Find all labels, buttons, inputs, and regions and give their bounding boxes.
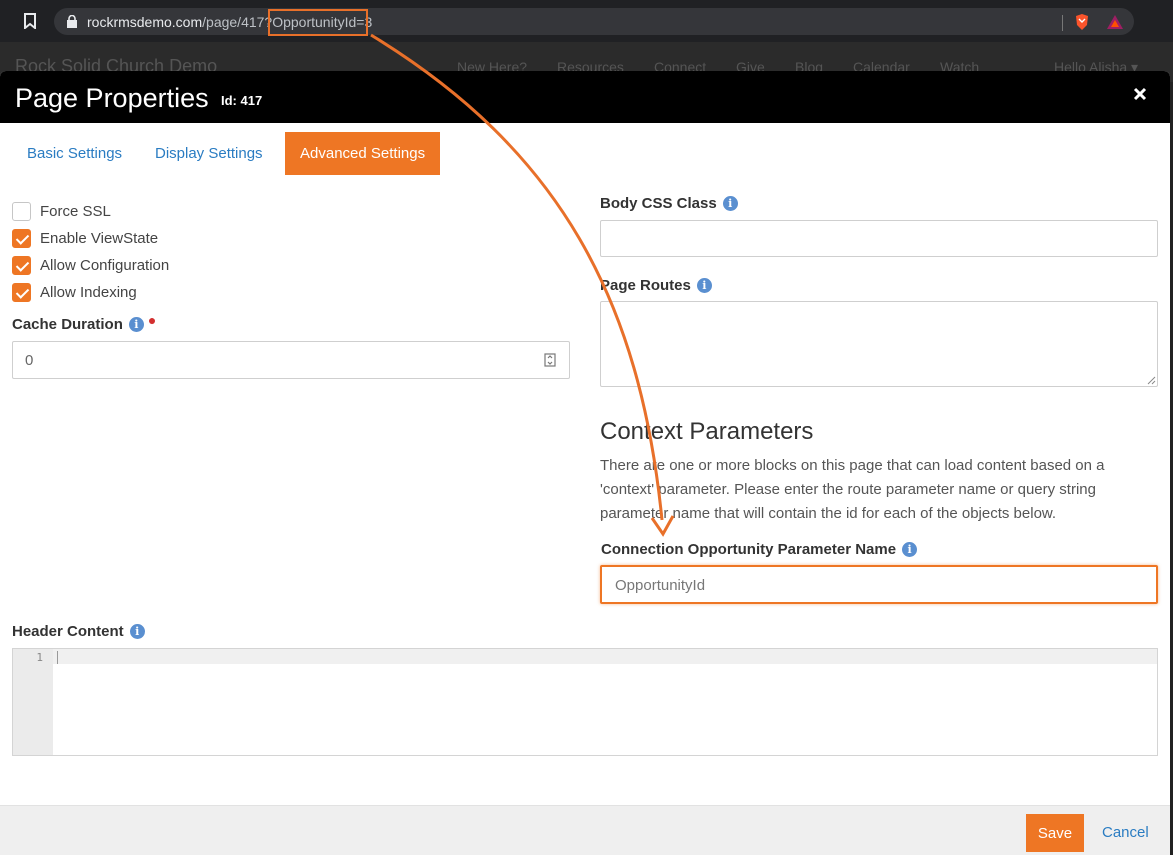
lock-icon	[67, 15, 77, 28]
cancel-button[interactable]: Cancel	[1102, 824, 1149, 841]
connection-opportunity-param-label: Connection Opportunity Parameter Name i	[601, 541, 918, 558]
active-line-highlight	[53, 649, 1157, 664]
required-indicator: ●	[147, 311, 157, 328]
allow-indexing-label: Allow Indexing	[40, 283, 137, 301]
body-css-class-label-text: Body CSS Class	[600, 195, 717, 212]
brave-shield-icon[interactable]	[1074, 13, 1090, 31]
enable-viewstate-checkbox-row[interactable]: Enable ViewState	[12, 228, 158, 248]
url-highlight-annotation	[268, 9, 368, 36]
allow-indexing-checkbox[interactable]	[12, 282, 31, 302]
address-bar[interactable]: rockrmsdemo.com/page/417?OpportunityId=3	[54, 8, 1134, 35]
bat-rewards-icon[interactable]	[1106, 14, 1124, 30]
page-routes-textarea[interactable]	[600, 301, 1158, 387]
line-number-gutter: 1	[13, 649, 53, 755]
tab-display-settings[interactable]: Display Settings	[155, 132, 263, 175]
modal-header: Page Properties Id: 417	[0, 71, 1170, 123]
page-properties-modal: Page Properties Id: 417 Basic Settings D…	[0, 71, 1170, 855]
context-parameters-heading: Context Parameters	[600, 418, 814, 445]
connection-opportunity-param-input[interactable]: OpportunityId	[600, 565, 1158, 604]
tab-advanced-settings[interactable]: Advanced Settings	[285, 132, 441, 175]
context-parameters-description: There are one or more blocks on this pag…	[600, 457, 1105, 522]
resize-handle-icon[interactable]	[1146, 375, 1156, 385]
cache-duration-label: Cache Duration i ●	[12, 312, 156, 334]
info-icon[interactable]: i	[902, 542, 918, 557]
url-path: /page/417?	[202, 14, 273, 30]
allow-configuration-checkbox[interactable]	[12, 255, 31, 275]
header-content-label-text: Header Content	[12, 623, 124, 640]
info-icon[interactable]: i	[696, 278, 712, 293]
page-routes-label: Page Routes i	[600, 277, 712, 294]
url-host: rockrmsdemo.com	[87, 14, 203, 30]
cache-duration-value: 0	[25, 352, 34, 369]
force-ssl-checkbox[interactable]	[12, 201, 31, 221]
modal-footer: Save Cancel	[0, 805, 1170, 855]
bookmark-icon[interactable]	[24, 13, 36, 29]
connection-opportunity-param-value: OpportunityId	[615, 577, 706, 594]
line-number: 1	[36, 651, 43, 664]
info-icon[interactable]: i	[129, 624, 145, 639]
force-ssl-checkbox-row[interactable]: Force SSL	[12, 201, 111, 221]
allow-configuration-checkbox-row[interactable]: Allow Configuration	[12, 255, 169, 275]
header-content-code-editor[interactable]: 1	[12, 648, 1158, 756]
cache-duration-input[interactable]: 0	[12, 341, 570, 379]
body-css-class-input[interactable]	[600, 220, 1158, 257]
enable-viewstate-label: Enable ViewState	[40, 229, 159, 247]
save-button[interactable]: Save	[1026, 814, 1084, 852]
force-ssl-label: Force SSL	[40, 202, 111, 220]
allow-indexing-checkbox-row[interactable]: Allow Indexing	[12, 282, 137, 302]
number-spinner-icon[interactable]	[544, 353, 556, 367]
info-icon[interactable]: i	[722, 196, 738, 211]
header-content-label: Header Content i	[12, 623, 145, 640]
connection-opportunity-param-label-text: Connection Opportunity Parameter Name	[601, 541, 897, 558]
toolbar-separator	[1062, 15, 1063, 31]
page-id-label: Id: 417	[221, 93, 263, 108]
info-icon[interactable]: i	[128, 317, 144, 332]
modal-title: Page Properties	[15, 83, 209, 113]
body-css-class-label: Body CSS Class i	[600, 195, 738, 212]
tab-basic-settings[interactable]: Basic Settings	[27, 132, 122, 175]
enable-viewstate-checkbox[interactable]	[12, 228, 31, 248]
page-routes-label-text: Page Routes	[600, 277, 691, 294]
text-cursor	[57, 651, 58, 664]
allow-configuration-label: Allow Configuration	[40, 256, 170, 274]
cache-duration-label-text: Cache Duration	[12, 316, 123, 333]
browser-toolbar: rockrmsdemo.com/page/417?OpportunityId=3	[0, 0, 1173, 42]
close-icon[interactable]	[1132, 86, 1148, 102]
